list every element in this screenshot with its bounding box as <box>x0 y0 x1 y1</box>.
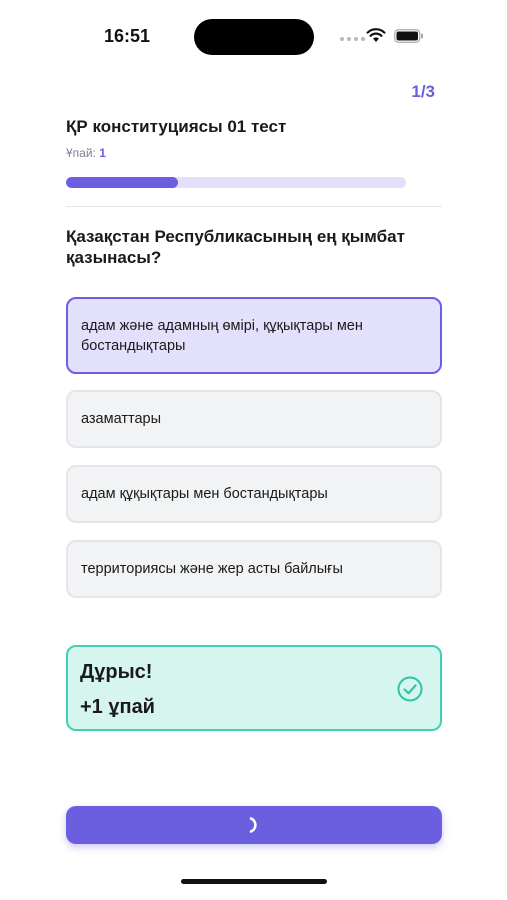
divider <box>66 206 442 207</box>
answer-option-1[interactable]: адам және адамның өмірі, құқықтары мен б… <box>66 297 442 374</box>
next-button[interactable] <box>66 806 442 844</box>
test-title: ҚР конституциясы 01 тест <box>66 117 287 136</box>
battery-icon <box>394 29 423 43</box>
answer-option-label: территориясы және жер асты байлығы <box>81 561 343 577</box>
wifi-icon <box>366 28 386 42</box>
feedback-title: Дұрыс! <box>80 661 153 683</box>
check-circle-icon <box>397 676 423 702</box>
answer-option-label: адам құқықтары мен бостандықтары <box>81 486 328 502</box>
question-text: Қазақстан Республикасының ең қымбат қазы… <box>66 227 405 267</box>
answer-option-label: азаматтары <box>81 411 161 427</box>
home-indicator <box>181 879 327 884</box>
feedback-card: Дұрыс! +1 ұпай <box>66 645 442 731</box>
page-counter: 1/3 <box>411 82 435 101</box>
score-line: Ұпай: 1 <box>66 146 106 160</box>
answer-option-label: адам және адамның өмірі, құқықтары мен б… <box>81 317 363 354</box>
progress-bar <box>66 177 406 188</box>
score-label: Ұпай: <box>66 146 96 160</box>
answer-option-4[interactable]: территориясы және жер асты байлығы <box>66 540 442 598</box>
progress-fill <box>66 177 179 188</box>
answer-option-3[interactable]: адам құқықтары мен бостандықтары <box>66 465 442 523</box>
spinner-icon <box>249 817 257 833</box>
dynamic-island <box>194 19 314 55</box>
status-time: 16:51 <box>104 26 151 46</box>
status-bar: 16:51 <box>0 0 507 70</box>
score-value: 1 <box>99 146 106 160</box>
feedback-points: +1 ұпай <box>80 696 155 718</box>
signal-icon <box>340 37 365 41</box>
answer-option-2[interactable]: азаматтары <box>66 390 442 448</box>
